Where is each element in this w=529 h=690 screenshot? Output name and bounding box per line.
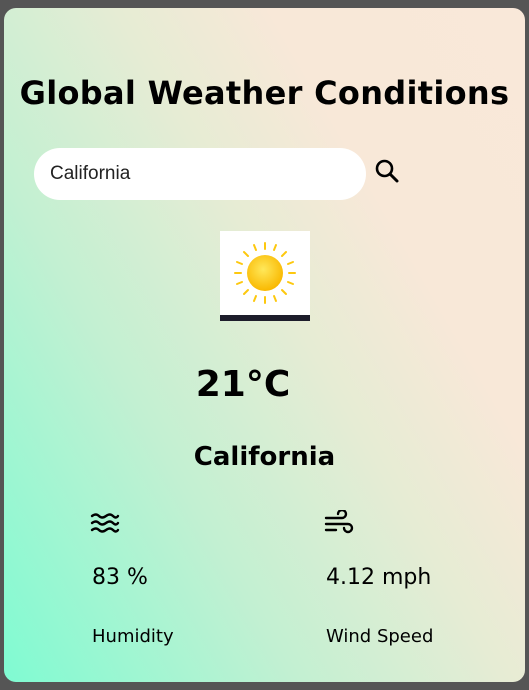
temperature-value: 21°C [195, 364, 291, 405]
image-watermark-strip [220, 315, 310, 321]
search-input[interactable] [34, 148, 366, 200]
humidity-value: 83 % [92, 565, 148, 590]
search-button[interactable] [370, 156, 404, 190]
app-title: Global Weather Conditions [19, 74, 510, 112]
wind-speed-label: Wind Speed [326, 626, 434, 647]
wind-speed-value: 4.12 mph [326, 565, 432, 590]
weather-condition-image [220, 231, 310, 321]
search-icon [374, 158, 400, 188]
city-name: California [193, 442, 336, 472]
humidity-label: Humidity [92, 626, 174, 647]
wind-icon [324, 508, 354, 536]
weather-card: Global Weather Conditions California 21°… [4, 8, 525, 682]
humidity-waves-icon [90, 510, 120, 536]
